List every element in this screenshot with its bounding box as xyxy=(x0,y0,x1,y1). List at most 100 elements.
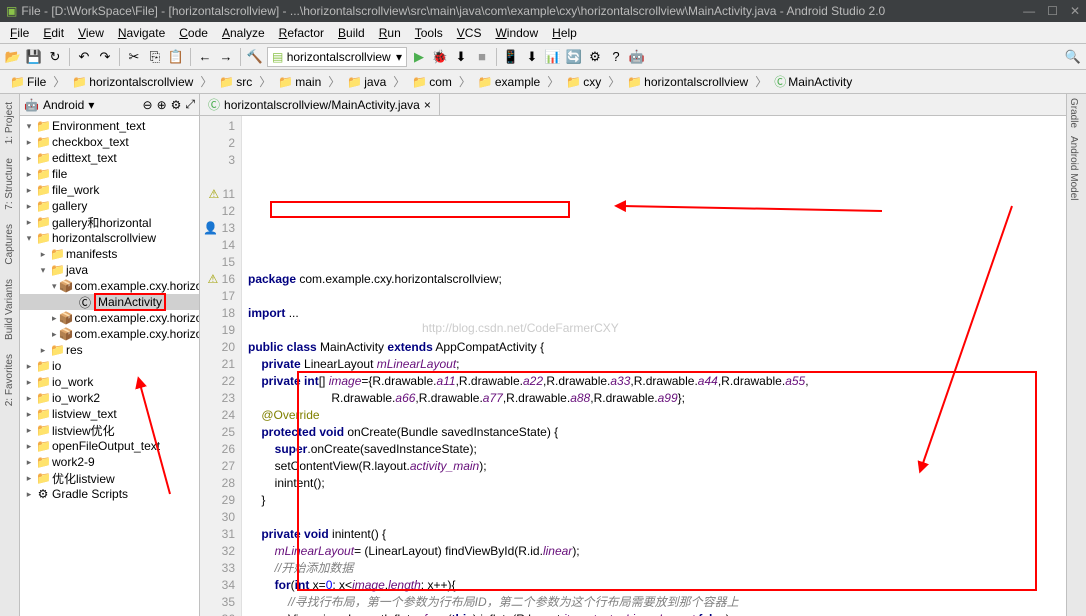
breadcrumb-item[interactable]: 📁 cxy xyxy=(562,74,605,90)
tree-item[interactable]: ⒸMainActivity xyxy=(20,294,199,310)
maximize-button[interactable]: ☐ xyxy=(1047,4,1058,18)
redo-icon[interactable]: ↷ xyxy=(96,48,114,66)
tree-item[interactable]: ▸📁gallery xyxy=(20,198,199,214)
save-icon[interactable]: 💾 xyxy=(25,48,43,66)
tree-item[interactable]: ▸📁listview_text xyxy=(20,406,199,422)
code-line[interactable]: inintent(); xyxy=(248,475,1060,492)
menu-window[interactable]: Window xyxy=(489,24,544,42)
rail-android-model[interactable]: Android Model xyxy=(1067,132,1080,204)
breadcrumb-item[interactable]: 📁 horizontalscrollview xyxy=(623,74,752,90)
tree-item[interactable]: ▸📁file_work xyxy=(20,182,199,198)
collapse-icon[interactable]: ⊖ xyxy=(143,98,153,112)
close-button[interactable]: ✕ xyxy=(1070,4,1080,18)
panel-title[interactable]: Android xyxy=(43,98,84,112)
tree-item[interactable]: ▸📦com.example.cxy.horizonta xyxy=(20,310,199,326)
project-tree[interactable]: ▾📁Environment_text▸📁checkbox_text▸📁editt… xyxy=(20,116,199,616)
minimize-button[interactable]: — xyxy=(1023,4,1035,18)
tree-item[interactable]: ▸📁file xyxy=(20,166,199,182)
tree-item[interactable]: ▸📁edittext_text xyxy=(20,150,199,166)
menu-navigate[interactable]: Navigate xyxy=(112,24,171,42)
tree-item[interactable]: ▸📁work2-9 xyxy=(20,454,199,470)
hide-icon[interactable]: ⤢ xyxy=(185,97,195,112)
attach-icon[interactable]: ⬇ xyxy=(452,48,470,66)
code-line[interactable]: private LinearLayout mLinearLayout; xyxy=(248,356,1060,373)
stop-icon[interactable]: ■ xyxy=(473,48,491,66)
tree-item[interactable]: ▸📁openFileOutput_text xyxy=(20,438,199,454)
open-icon[interactable]: 📂 xyxy=(4,48,22,66)
rail-structure[interactable]: 7: Structure xyxy=(3,154,16,214)
code-line[interactable]: R.drawable.a66,R.drawable.a77,R.drawable… xyxy=(248,390,1060,407)
tree-item[interactable]: ▸📁优化listview xyxy=(20,470,199,486)
menu-tools[interactable]: Tools xyxy=(409,24,449,42)
paste-icon[interactable]: 📋 xyxy=(167,48,185,66)
tree-item[interactable]: ▸📁gallery和horizontal xyxy=(20,214,199,230)
rail-project[interactable]: 1: Project xyxy=(3,98,16,148)
rail-favorites[interactable]: 2: Favorites xyxy=(3,350,16,410)
cut-icon[interactable]: ✂ xyxy=(125,48,143,66)
breadcrumb-item[interactable]: 📁 com xyxy=(408,74,456,90)
code-line[interactable]: setContentView(R.layout.activity_main); xyxy=(248,458,1060,475)
tree-item[interactable]: ▸📁io_work xyxy=(20,374,199,390)
code-line[interactable]: } xyxy=(248,492,1060,509)
breadcrumb-item[interactable]: 📁 src xyxy=(215,74,256,90)
menu-edit[interactable]: Edit xyxy=(37,24,70,42)
tree-item[interactable]: ▸📁io xyxy=(20,358,199,374)
code-line[interactable]: super.onCreate(savedInstanceState); xyxy=(248,441,1060,458)
copy-icon[interactable]: ⎘ xyxy=(146,48,164,66)
menu-build[interactable]: Build xyxy=(332,24,371,42)
breadcrumb-item[interactable]: Ⓒ MainActivity xyxy=(770,72,856,91)
tree-item[interactable]: ▾📁java xyxy=(20,262,199,278)
code-line[interactable]: public class MainActivity extends AppCom… xyxy=(248,339,1060,356)
menu-file[interactable]: File xyxy=(4,24,35,42)
sdk-icon[interactable]: ⬇ xyxy=(523,48,541,66)
code-line[interactable]: package com.example.cxy.horizontalscroll… xyxy=(248,271,1060,288)
forward-icon[interactable]: → xyxy=(217,48,235,66)
sync-icon[interactable]: ↻ xyxy=(46,48,64,66)
code-line[interactable] xyxy=(248,288,1060,305)
sync-gradle-icon[interactable]: 🔄 xyxy=(565,48,583,66)
menu-help[interactable]: Help xyxy=(546,24,583,42)
code-line[interactable]: import ... xyxy=(248,305,1060,322)
tree-item[interactable]: ▸📁listview优化 xyxy=(20,422,199,438)
code-line[interactable]: private void inintent() { xyxy=(248,526,1060,543)
code-line[interactable] xyxy=(248,509,1060,526)
android-icon[interactable]: 🤖 xyxy=(628,48,646,66)
tree-item[interactable]: ▸📦com.example.cxy.horizonta xyxy=(20,326,199,342)
breadcrumb-item[interactable]: 📁 example xyxy=(474,74,544,90)
code-line[interactable]: mLinearLayout= (LinearLayout) findViewBy… xyxy=(248,543,1060,560)
rail-captures[interactable]: Captures xyxy=(3,220,16,269)
code-editor[interactable]: http://blog.csdn.net/CodeFarmerCXY packa… xyxy=(242,116,1066,616)
debug-icon[interactable]: 🐞 xyxy=(431,48,449,66)
tab-close-icon[interactable]: × xyxy=(424,98,431,112)
breadcrumb-item[interactable]: 📁 horizontalscrollview xyxy=(68,74,197,90)
tree-item[interactable]: ▾📁Environment_text xyxy=(20,118,199,134)
code-line[interactable]: protected void onCreate(Bundle savedInst… xyxy=(248,424,1060,441)
code-line[interactable]: private int[] image={R.drawable.a11,R.dr… xyxy=(248,373,1060,390)
tree-item[interactable]: ▸⚙Gradle Scripts xyxy=(20,486,199,502)
tree-item[interactable]: ▾📁horizontalscrollview xyxy=(20,230,199,246)
build-icon[interactable]: 🔨 xyxy=(246,48,264,66)
code-line[interactable]: //开始添加数据 xyxy=(248,560,1060,577)
menu-run[interactable]: Run xyxy=(373,24,407,42)
tree-item[interactable]: ▸📁checkbox_text xyxy=(20,134,199,150)
rail-gradle[interactable]: Gradle xyxy=(1067,94,1080,132)
code-line[interactable]: for(int x=0; x<image.length; x++){ xyxy=(248,577,1060,594)
code-line[interactable]: @Override xyxy=(248,407,1060,424)
menu-vcs[interactable]: VCS xyxy=(451,24,488,42)
back-icon[interactable]: ← xyxy=(196,48,214,66)
run-icon[interactable]: ▶ xyxy=(410,48,428,66)
tree-item[interactable]: ▸📁manifests xyxy=(20,246,199,262)
editor-tab[interactable]: Ⓒ horizontalscrollview/MainActivity.java… xyxy=(200,94,440,115)
menu-refactor[interactable]: Refactor xyxy=(273,24,330,42)
tree-item[interactable]: ▸📁res xyxy=(20,342,199,358)
breadcrumb-item[interactable]: 📁 File xyxy=(6,74,50,90)
code-line[interactable]: View view=LayoutInflater.from(this).infl… xyxy=(248,611,1060,616)
rail-build[interactable]: Build Variants xyxy=(3,275,16,344)
undo-icon[interactable]: ↶ xyxy=(75,48,93,66)
dropdown-icon[interactable]: ▾ xyxy=(88,98,94,112)
run-config-select[interactable]: ▤ horizontalscrollview ▾ xyxy=(267,47,407,67)
code-line[interactable]: //寻找行布局，第一个参数为行布局ID，第二个参数为这个行布局需要放到那个容器上 xyxy=(248,594,1060,611)
line-gutter[interactable]: 123⚠ 1112👤 131415⚠ 161718192021222324252… xyxy=(200,116,242,616)
search-icon[interactable]: 🔍 xyxy=(1064,48,1082,66)
help-icon[interactable]: ? xyxy=(607,48,625,66)
